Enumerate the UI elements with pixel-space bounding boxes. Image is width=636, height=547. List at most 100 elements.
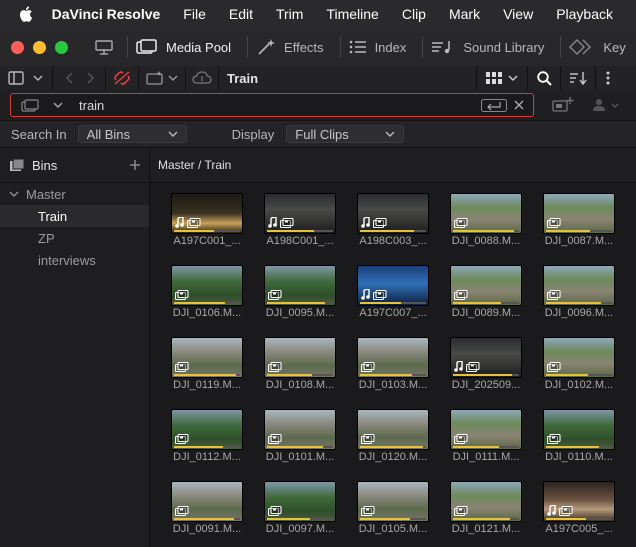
keyframes-label: Key xyxy=(603,39,626,55)
search-button[interactable] xyxy=(528,66,561,90)
clip-type-badges xyxy=(547,218,561,228)
clip-thumbnail[interactable]: DJI_0087.M... xyxy=(543,182,615,247)
clip-usage-bar xyxy=(174,302,225,304)
add-bin-icon[interactable] xyxy=(130,160,140,170)
menu-timeline[interactable]: Timeline xyxy=(326,6,378,22)
view-mode-button[interactable] xyxy=(476,66,528,90)
clip-name: DJI_0120.M... xyxy=(358,451,428,463)
clip-thumbnail[interactable]: DJI_0097.M... xyxy=(264,470,336,535)
video-clip-icon xyxy=(559,505,573,516)
video-clip-icon xyxy=(268,362,282,372)
clip-thumbnail[interactable]: DJI_0088.M... xyxy=(450,182,522,247)
add-to-bin-icon[interactable] xyxy=(552,97,574,113)
menu-clip[interactable]: Clip xyxy=(402,6,426,22)
clip-thumbnail[interactable]: DJI_0102.M... xyxy=(543,326,615,391)
clip-thumbnail[interactable]: DJI_0096.M... xyxy=(543,254,615,319)
clip-preview-image xyxy=(171,481,243,522)
video-clip-icon xyxy=(547,434,561,444)
sidebar-item-label: interviews xyxy=(38,252,96,268)
chevron-down-icon[interactable] xyxy=(9,190,19,198)
media-pool-button[interactable]: Media Pool xyxy=(136,39,231,55)
clip-thumbnail[interactable]: DJI_0110.M... xyxy=(543,398,615,463)
clip-thumbnail[interactable]: DJI_0091.M... xyxy=(171,470,243,535)
menu-app-name[interactable]: DaVinci Resolve xyxy=(52,6,161,22)
menu-mark[interactable]: Mark xyxy=(449,6,480,22)
clip-thumbnail[interactable]: A197C001_... xyxy=(171,182,243,247)
sidebar-item-zp[interactable]: ZP xyxy=(0,227,149,249)
filter-field-icon[interactable] xyxy=(21,98,39,112)
magic-wand-icon xyxy=(258,39,276,55)
clip-type-badges xyxy=(268,434,282,444)
unlink-button[interactable] xyxy=(106,66,139,90)
clip-thumbnail[interactable]: DJI_0120.M... xyxy=(357,398,429,463)
clip-thumbnail[interactable]: A197C007_... xyxy=(357,254,429,319)
clip-thumbnail[interactable]: DJI_0112.M... xyxy=(171,398,243,463)
menu-playback[interactable]: Playback xyxy=(556,6,613,22)
clip-thumbnail[interactable]: DJI_0111.M... xyxy=(450,398,522,463)
more-options-button[interactable] xyxy=(596,66,620,90)
return-key-icon[interactable] xyxy=(481,98,507,112)
clip-thumbnail[interactable]: A198C003_... xyxy=(357,182,429,247)
clip-thumbnail[interactable]: DJI_0101.M... xyxy=(264,398,336,463)
close-window-button[interactable] xyxy=(11,40,24,54)
menu-edit[interactable]: Edit xyxy=(229,6,253,22)
clear-search-icon[interactable] xyxy=(514,100,524,110)
sound-library-button[interactable]: Sound Library xyxy=(431,39,544,55)
clip-thumbnail[interactable]: DJI_202509... xyxy=(450,326,522,391)
video-clip-icon xyxy=(280,217,294,228)
cloud-icon xyxy=(192,71,212,84)
clip-thumbnail[interactable]: A198C001_... xyxy=(264,182,336,247)
clip-thumbnail[interactable]: DJI_0119.M... xyxy=(171,326,243,391)
cloud-sync-button[interactable] xyxy=(186,66,219,90)
clip-thumbnail[interactable]: DJI_0105.M... xyxy=(357,470,429,535)
menu-file[interactable]: File xyxy=(183,6,206,22)
smart-bin-button[interactable] xyxy=(139,66,186,90)
back-arrow-icon[interactable] xyxy=(65,72,75,84)
clip-name: DJI_0119.M... xyxy=(173,379,241,391)
clip-browser: Master / Train A197C001_... A198C001_... A… xyxy=(150,148,636,547)
effects-button[interactable]: Effects xyxy=(256,38,324,56)
sidebar-item-train[interactable]: Train xyxy=(0,205,149,227)
clip-thumbnail[interactable]: DJI_0106.M... xyxy=(171,254,243,319)
clip-usage-bar xyxy=(174,374,236,376)
clip-name: DJI_0087.M... xyxy=(544,235,614,247)
search-field[interactable] xyxy=(10,93,534,117)
search-in-dropdown[interactable]: All Bins xyxy=(77,125,187,143)
audio-note-icon xyxy=(361,289,370,300)
bin-master-label: Master xyxy=(26,186,66,202)
display-dropdown[interactable]: Full Clips xyxy=(286,125,405,143)
apple-icon[interactable] xyxy=(19,6,33,22)
search-input[interactable] xyxy=(77,96,461,114)
clip-preview-image xyxy=(171,409,243,450)
clip-thumbnail[interactable]: A197C005_... xyxy=(543,470,615,535)
bin-master[interactable]: Master xyxy=(0,183,149,205)
panel-toggle-button[interactable] xyxy=(0,66,53,90)
clip-preview-image xyxy=(357,337,429,378)
sort-button[interactable] xyxy=(561,66,596,90)
breadcrumb-path: Master / Train xyxy=(158,158,232,172)
bins-header: Bins xyxy=(0,148,149,183)
clip-type-badges xyxy=(547,362,561,372)
people-icon[interactable] xyxy=(590,98,620,112)
menu-trim[interactable]: Trim xyxy=(276,6,303,22)
presentation-icon[interactable] xyxy=(93,38,115,56)
clip-preview-image xyxy=(171,337,243,378)
toolbar-divider xyxy=(127,36,128,58)
sidebar-item-interviews[interactable]: interviews xyxy=(0,249,149,271)
minimize-window-button[interactable] xyxy=(33,40,46,54)
clip-thumbnail[interactable]: DJI_0103.M... xyxy=(357,326,429,391)
forward-arrow-icon[interactable] xyxy=(85,72,95,84)
toolbar-divider xyxy=(339,36,341,58)
clip-thumbnail[interactable]: DJI_0108.M... xyxy=(264,326,336,391)
clip-preview-image xyxy=(171,265,243,306)
chevron-down-icon[interactable] xyxy=(53,101,63,109)
index-button[interactable]: Index xyxy=(349,40,406,55)
menu-view[interactable]: View xyxy=(503,6,533,22)
clip-thumbnail[interactable]: DJI_0089.M... xyxy=(450,254,522,319)
clip-thumbnail[interactable]: DJI_0095.M... xyxy=(264,254,336,319)
clip-thumbnail[interactable]: DJI_0121.M... xyxy=(450,470,522,535)
clip-type-badges xyxy=(361,289,387,300)
keyframes-button[interactable]: Key xyxy=(569,39,626,55)
zoom-window-button[interactable] xyxy=(55,40,68,54)
clip-name: DJI_0103.M... xyxy=(358,379,428,391)
